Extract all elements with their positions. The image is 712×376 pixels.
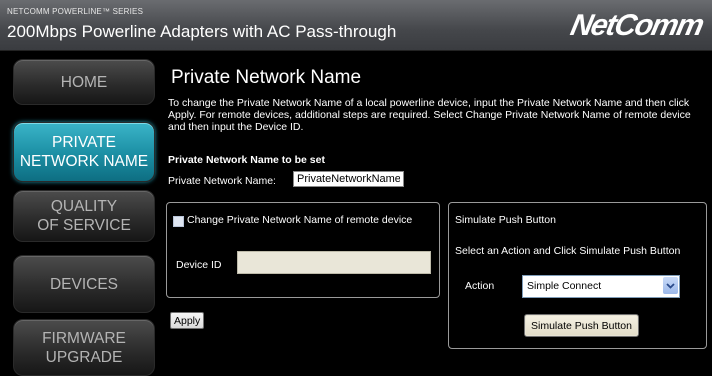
nav-home[interactable]: HOME (13, 59, 155, 105)
nav-private-network-name-label-2: NETWORK NAME (19, 153, 149, 170)
remote-device-checkbox-label: Change Private Network Name of remote de… (187, 214, 413, 226)
push-panel-instruction: Select an Action and Click Simulate Push… (455, 245, 681, 257)
nav-home-label: HOME (60, 73, 108, 91)
action-select-value: Simple Connect (527, 280, 602, 292)
apply-button[interactable]: Apply (170, 312, 205, 329)
nav-quality-of-service[interactable]: QUALITY OF SERVICE (13, 190, 155, 242)
nav-private-network-name-label-1: PRIVATE (51, 134, 117, 151)
action-label: Action (465, 280, 495, 292)
nav-private-network-name[interactable]: PRIVATE NETWORK NAME (13, 122, 155, 182)
remote-device-panel: Change Private Network Name of remote de… (166, 202, 440, 298)
page-title: Private Network Name (171, 67, 362, 88)
private-network-name-input[interactable] (293, 171, 404, 187)
chevron-down-icon[interactable] (663, 277, 678, 294)
nav-firmware-upgrade[interactable]: FIRMWARE UPGRADE (13, 319, 155, 376)
nav-devices-label: DEVICES (49, 275, 119, 293)
nav-firmware-label-1: FIRMWARE (42, 329, 126, 347)
nav-quality-label-2: OF SERVICE (37, 217, 131, 234)
nav-firmware-label-2: UPGRADE (45, 348, 123, 366)
header-bar: NETCOMM POWERLINE™ SERIES 200Mbps Powerl… (0, 0, 712, 51)
product-series-label: NETCOMM POWERLINE™ SERIES (7, 7, 144, 16)
push-panel-title: Simulate Push Button (455, 214, 556, 226)
nav-devices[interactable]: DEVICES (13, 255, 155, 313)
nav-quality-label-1: QUALITY (50, 198, 118, 215)
private-network-name-label: Private Network Name: (168, 175, 276, 187)
product-title: 200Mbps Powerline Adapters with AC Pass-… (7, 22, 397, 41)
netcomm-logo: NetComm (567, 9, 706, 42)
main-content: Private Network Name To change the Priva… (158, 50, 712, 376)
section-heading: Private Network Name to be set (168, 154, 325, 166)
simulate-push-button[interactable]: Simulate Push Button (524, 314, 639, 337)
device-id-label: Device ID (176, 259, 222, 271)
simulate-push-button-panel: Simulate Push Button Select an Action an… (448, 202, 707, 349)
remote-device-checkbox[interactable] (173, 216, 184, 227)
device-id-input[interactable] (237, 251, 431, 274)
sidebar-nav: HOME PRIVATE NETWORK NAME QUALITY OF SER… (0, 50, 158, 376)
action-select[interactable]: Simple Connect (522, 275, 680, 298)
page-description: To change the Private Network Name of a … (168, 97, 691, 133)
